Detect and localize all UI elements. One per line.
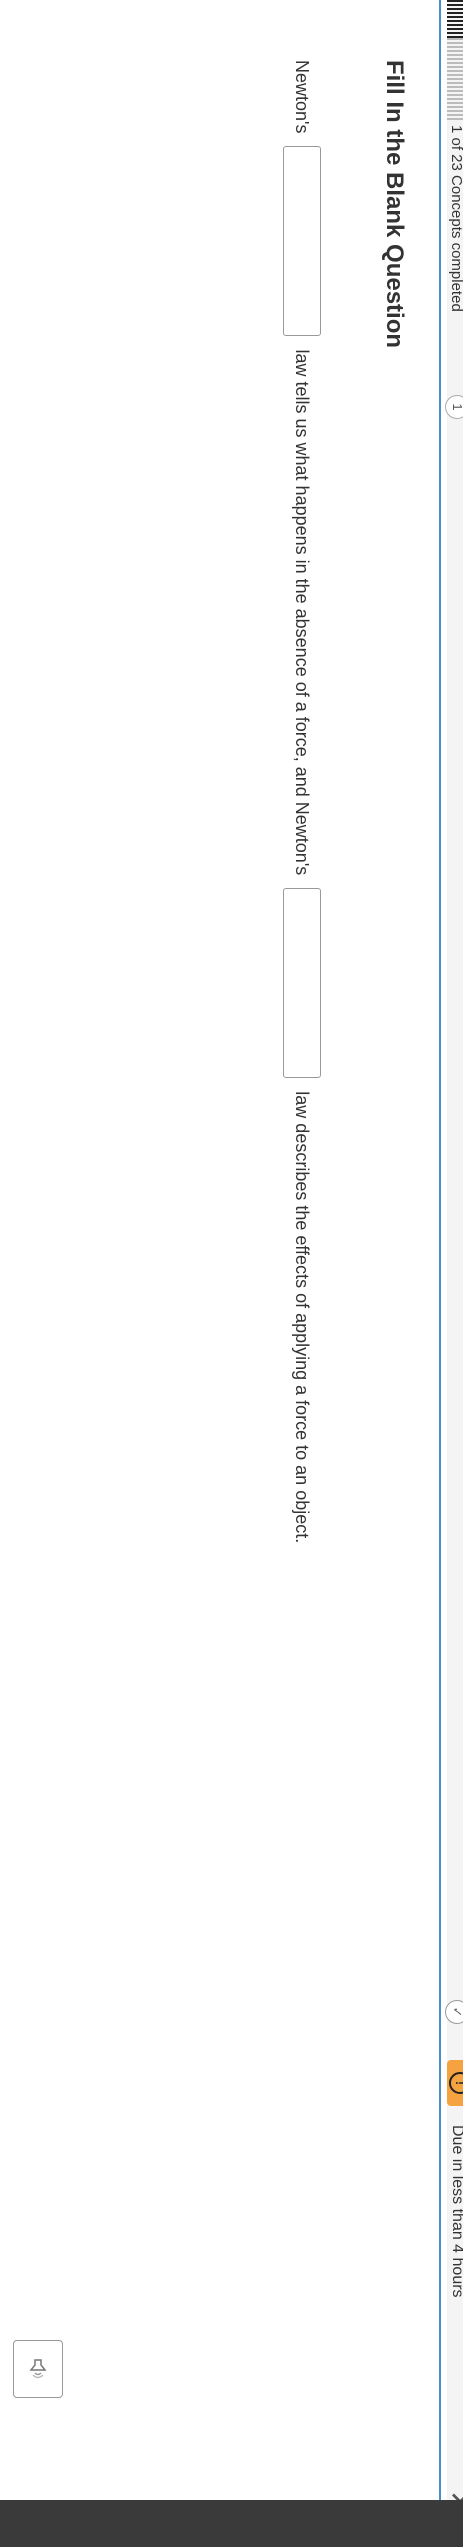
blank-1-input[interactable] [282, 146, 321, 337]
check-circle-icon[interactable]: ✓ [445, 2000, 463, 2024]
question-part-2: law tells us what happens in the absence… [291, 349, 312, 876]
question-part-1: Newton's [291, 60, 312, 134]
blank-2-input[interactable] [282, 888, 321, 1079]
question-page: 1 of 23 Concepts completed 1 ✓ ! Due in … [0, 0, 463, 2547]
concept-progress-bar [447, 0, 463, 120]
concepts-count-badge[interactable]: 1 [445, 395, 463, 419]
speaker-icon [29, 2359, 47, 2379]
screen-bottom-edge [0, 2500, 463, 2547]
question-part-3: law describes the effects of applying a … [291, 1091, 312, 1544]
question-text: Newton's law tells us what happens in th… [282, 60, 323, 2360]
page-title: Fill In the Blank Question [381, 60, 408, 349]
header-divider [439, 0, 441, 2547]
concepts-completed-text: 1 of 23 Concepts completed [448, 125, 463, 312]
read-aloud-button[interactable] [13, 2340, 63, 2398]
due-date-text: Due in less than 4 hours [449, 2125, 463, 2298]
due-warning-icon: ! [447, 2060, 463, 2106]
status-bar: 1 of 23 Concepts completed 1 ✓ ! Due in … [444, 0, 463, 2547]
